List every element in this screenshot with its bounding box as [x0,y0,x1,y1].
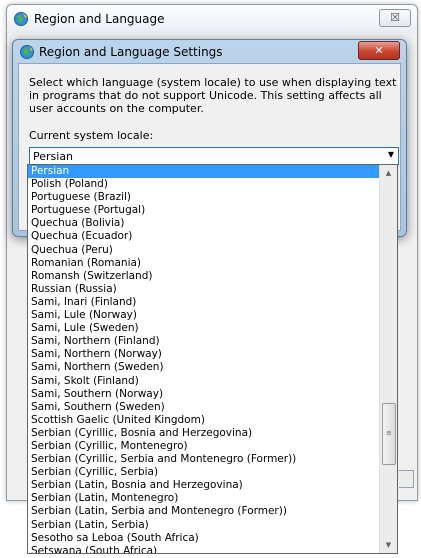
list-item[interactable]: Russian (Russia) [28,283,381,296]
list-item-selected[interactable]: Persian [28,165,381,179]
locale-dropdown-list[interactable]: Persian Polish (Poland) Portuguese (Brazil… [27,164,398,554]
list-item[interactable]: Sami, Skolt (Finland) [28,375,381,388]
combobox-value: Persian [33,150,74,163]
outer-titlebar[interactable]: Region and Language ☒ [7,5,417,33]
outer-button-edge[interactable] [399,470,414,488]
list-item[interactable]: Portuguese (Portugal) [28,204,381,217]
list-item[interactable]: Sami, Lule (Norway) [28,309,381,322]
list-item[interactable]: Serbian (Latin, Serbia) [28,519,381,532]
list-item[interactable]: Serbian (Latin, Serbia and Montenegro (F… [28,505,381,518]
outer-close-button[interactable]: ☒ [379,9,411,27]
system-locale-combobox[interactable]: Persian ▼ [29,147,399,165]
grip-icon: ≡ [386,429,392,437]
list-item[interactable]: Sami, Northern (Norway) [28,348,381,361]
list-item[interactable]: Sami, Southern (Norway) [28,388,381,401]
list-item[interactable]: Sami, Inari (Finland) [28,296,381,309]
dialog-title: Region and Language Settings [39,45,223,59]
outer-panel-edge [397,250,416,360]
list-item[interactable]: Portuguese (Brazil) [28,191,381,204]
list-item[interactable]: Sesotho sa Leboa (South Africa) [28,532,381,545]
list-item[interactable]: Serbian (Cyrillic, Bosnia and Herzegovin… [28,427,381,440]
list-item[interactable]: Sami, Lule (Sweden) [28,322,381,335]
list-item[interactable]: Quechua (Ecuador) [28,230,381,243]
dropdown-scrollbar[interactable]: ▲ ≡ ▼ [379,165,397,553]
list-item[interactable]: Serbian (Latin, Bosnia and Herzegovina) [28,479,381,492]
list-item[interactable]: Serbian (Cyrillic, Serbia and Montenegro… [28,453,381,466]
outer-window-title: Region and Language [34,12,165,26]
list-item[interactable]: Sami, Southern (Sweden) [28,401,381,414]
scroll-thumb[interactable]: ≡ [382,403,396,465]
scroll-down-icon[interactable]: ▼ [380,537,397,553]
list-item[interactable]: Serbian (Cyrillic, Montenegro) [28,440,381,453]
list-item[interactable]: Setswana (South Africa) [28,545,381,553]
chevron-down-icon[interactable]: ▼ [388,150,394,159]
list-item[interactable]: Romansh (Switzerland) [28,270,381,283]
list-item[interactable]: Serbian (Latin, Montenegro) [28,492,381,505]
list-item[interactable]: Quechua (Peru) [28,244,381,257]
current-locale-label: Current system locale: [29,129,154,142]
list-item[interactable]: Scottish Gaelic (United Kingdom) [28,414,381,427]
list-item[interactable]: Romanian (Romania) [28,257,381,270]
list-item[interactable]: Polish (Poland) [28,178,381,191]
list-item[interactable]: Sami, Northern (Finland) [28,335,381,348]
list-item[interactable]: Sami, Northern (Sweden) [28,361,381,374]
scroll-up-icon[interactable]: ▲ [380,165,397,181]
dialog-description: Select which language (system locale) to… [29,76,397,115]
dialog-titlebar[interactable]: Region and Language Settings ✕ [13,40,406,63]
region-globe-icon [14,12,28,26]
dialog-close-button[interactable]: ✕ [358,41,400,60]
list-item[interactable]: Serbian (Cyrillic, Serbia) [28,466,381,479]
region-globe-icon [20,45,34,59]
list-item[interactable]: Quechua (Bolivia) [28,217,381,230]
locale-options: Persian Polish (Poland) Portuguese (Brazil… [28,165,381,553]
